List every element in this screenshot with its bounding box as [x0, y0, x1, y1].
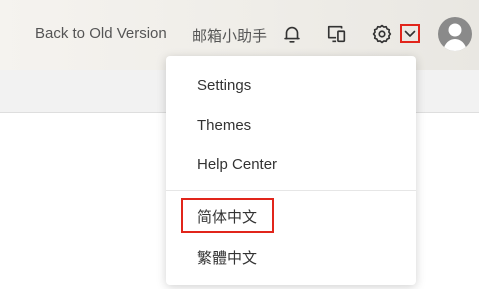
menu-item-settings[interactable]: Settings	[197, 77, 251, 94]
menu-item-traditional-chinese[interactable]: 繁體中文	[197, 247, 257, 268]
devices-icon	[326, 23, 348, 45]
bell-icon	[281, 23, 303, 45]
menu-divider	[166, 190, 416, 191]
menu-item-simplified-chinese[interactable]: 简体中文	[181, 198, 274, 233]
user-avatar-icon	[438, 23, 472, 51]
menu-item-themes[interactable]: Themes	[197, 117, 251, 134]
settings-dropdown-toggle[interactable]	[400, 24, 420, 43]
notifications-button[interactable]	[280, 22, 304, 46]
gear-icon	[371, 23, 393, 45]
chevron-down-icon	[404, 25, 416, 43]
back-to-old-version-link[interactable]: Back to Old Version	[35, 25, 167, 42]
settings-dropdown-menu: Settings Themes Help Center 简体中文 繁體中文	[166, 56, 416, 285]
devices-button[interactable]	[325, 22, 349, 46]
menu-item-help-center[interactable]: Help Center	[197, 156, 277, 173]
settings-button[interactable]	[370, 22, 394, 46]
user-avatar[interactable]	[438, 17, 472, 51]
mail-assistant-link[interactable]: 邮箱小助手	[192, 25, 267, 46]
